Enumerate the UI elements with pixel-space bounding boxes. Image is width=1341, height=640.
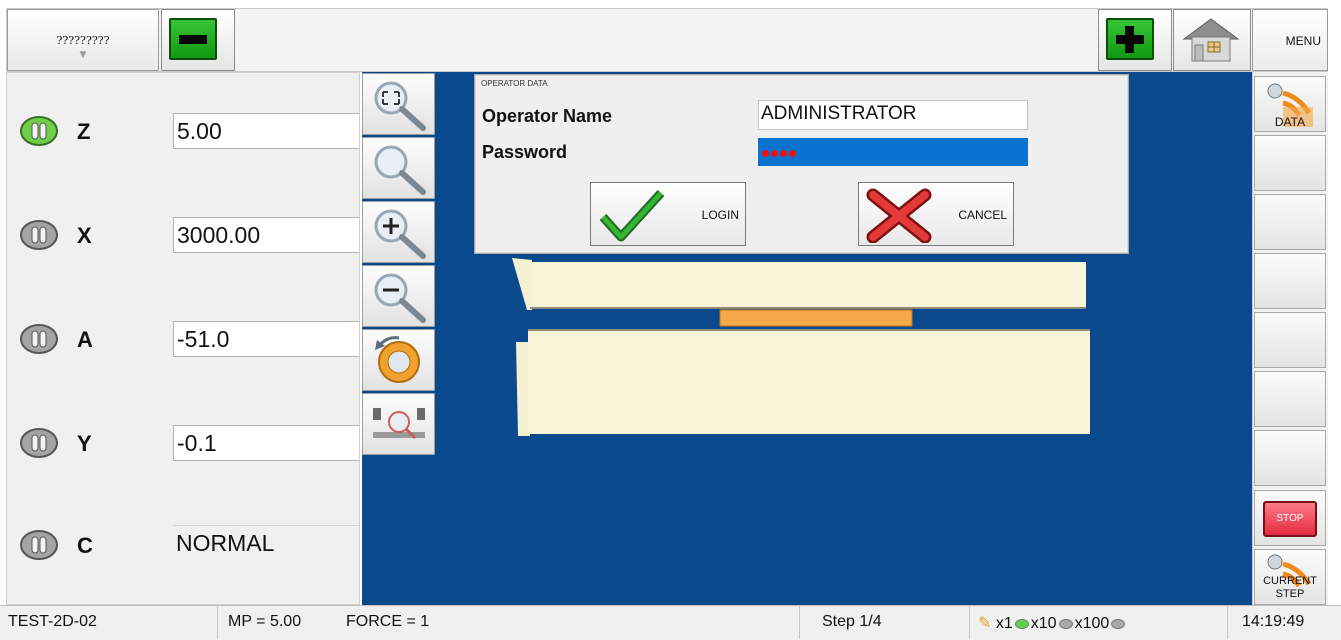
- cancel-button[interactable]: CANCEL: [858, 182, 1014, 246]
- current-step-button[interactable]: CURRENT STEP: [1254, 549, 1326, 605]
- axis-value-static: NORMAL: [173, 525, 359, 561]
- handwheel-icon: ✎: [978, 615, 992, 632]
- minus-icon: [169, 18, 217, 60]
- side-button-5[interactable]: [1254, 312, 1326, 368]
- jog-speed-selector[interactable]: ✎ x1 x10 x100: [970, 605, 1228, 639]
- stop-button[interactable]: STOP: [1263, 501, 1317, 537]
- zoom-tool-icon: [373, 408, 425, 440]
- cross-icon: [866, 188, 932, 243]
- clock: 14:19:49: [1242, 613, 1305, 630]
- axis-name: A: [77, 327, 93, 352]
- axis-disabled-icon: [20, 324, 58, 354]
- home-icon: [1182, 18, 1240, 62]
- password-dot: [780, 150, 787, 157]
- axis-disabled-icon: [20, 220, 58, 250]
- axis-name: Z: [77, 119, 91, 144]
- remove-button[interactable]: [161, 9, 235, 71]
- operator-name-label: Operator Name: [482, 106, 613, 126]
- axis-value-field[interactable]: 5.00: [173, 113, 359, 149]
- speed-x100-led-icon[interactable]: [1111, 618, 1126, 629]
- side-button-6[interactable]: [1254, 371, 1326, 427]
- axes-panel: Z 5.00 X 3000.00 A -51.0 Y -0.1 C NORMAL: [6, 72, 360, 605]
- rotate-icon: [375, 336, 420, 383]
- data-label: DATA: [1274, 115, 1306, 129]
- axis-name: Y: [77, 431, 92, 456]
- zoom-in-button[interactable]: [362, 201, 435, 263]
- force-value: FORCE = 1: [340, 605, 800, 639]
- password-label: Password: [482, 142, 568, 162]
- password-field[interactable]: [758, 138, 1028, 166]
- dropdown-arrow-icon: ▼: [79, 50, 87, 60]
- program-name: TEST-2D-02: [0, 605, 218, 639]
- zoom-fit-button[interactable]: [362, 73, 435, 135]
- checkmark-icon: [599, 189, 665, 242]
- menu-label: MENU: [1285, 34, 1321, 48]
- step-indicator: Step 1/4: [800, 605, 970, 639]
- zoom-out-icon: [374, 273, 426, 323]
- password-dot: [771, 150, 778, 157]
- axis-name: C: [77, 533, 93, 558]
- zoom-out-button[interactable]: [362, 265, 435, 327]
- password-dot: [762, 150, 769, 157]
- plus-icon: [1106, 18, 1154, 60]
- magnifier-icon: [374, 145, 426, 195]
- zoom-tool-button[interactable]: [362, 393, 435, 455]
- data-button[interactable]: DATA: [1254, 76, 1326, 132]
- program-selector[interactable]: ????????? ▼: [7, 9, 159, 71]
- axis-value-field[interactable]: -0.1: [173, 425, 359, 461]
- speed-x10-label: x10: [1030, 615, 1057, 632]
- axis-value-field[interactable]: -51.0: [173, 321, 359, 357]
- side-button-7[interactable]: [1254, 430, 1326, 486]
- menu-button[interactable]: MENU: [1252, 9, 1328, 71]
- current-step-label: CURRENT STEP: [1263, 575, 1317, 600]
- program-selector-label: ?????????: [56, 34, 110, 47]
- side-button-4[interactable]: [1254, 253, 1326, 309]
- side-button-2[interactable]: [1254, 135, 1326, 191]
- axis-enabled-icon: [20, 116, 58, 146]
- speed-x1-led-icon[interactable]: [1014, 618, 1029, 629]
- zoom-in-icon: [374, 209, 426, 259]
- login-button[interactable]: LOGIN: [590, 182, 746, 246]
- operator-name-field[interactable]: ADMINISTRATOR: [758, 100, 1028, 130]
- speed-x10-led-icon[interactable]: [1058, 618, 1073, 629]
- password-dot: [789, 150, 796, 157]
- mp-value: MP = 5.00: [228, 613, 302, 630]
- axis-name: X: [77, 223, 92, 248]
- add-button[interactable]: [1098, 9, 1172, 71]
- rotate-view-button[interactable]: [362, 329, 435, 391]
- axis-value-field[interactable]: 3000.00: [173, 217, 359, 253]
- axis-disabled-icon: [20, 428, 58, 458]
- axis-disabled-icon: [20, 530, 58, 560]
- cancel-label: CANCEL: [958, 208, 1007, 222]
- zoom-button[interactable]: [362, 137, 435, 199]
- speed-x1-label: x1: [995, 615, 1013, 632]
- stop-button-frame: STOP: [1254, 490, 1326, 546]
- operator-data-dialog: OPERATOR DATA Operator Name ADMINISTRATO…: [474, 74, 1129, 254]
- side-button-3[interactable]: [1254, 194, 1326, 250]
- login-label: LOGIN: [701, 208, 739, 222]
- speed-x100-label: x100: [1074, 615, 1110, 632]
- dialog-title: OPERATOR DATA: [481, 79, 548, 88]
- home-button[interactable]: [1173, 9, 1251, 71]
- zoom-fit-icon: [374, 81, 426, 131]
